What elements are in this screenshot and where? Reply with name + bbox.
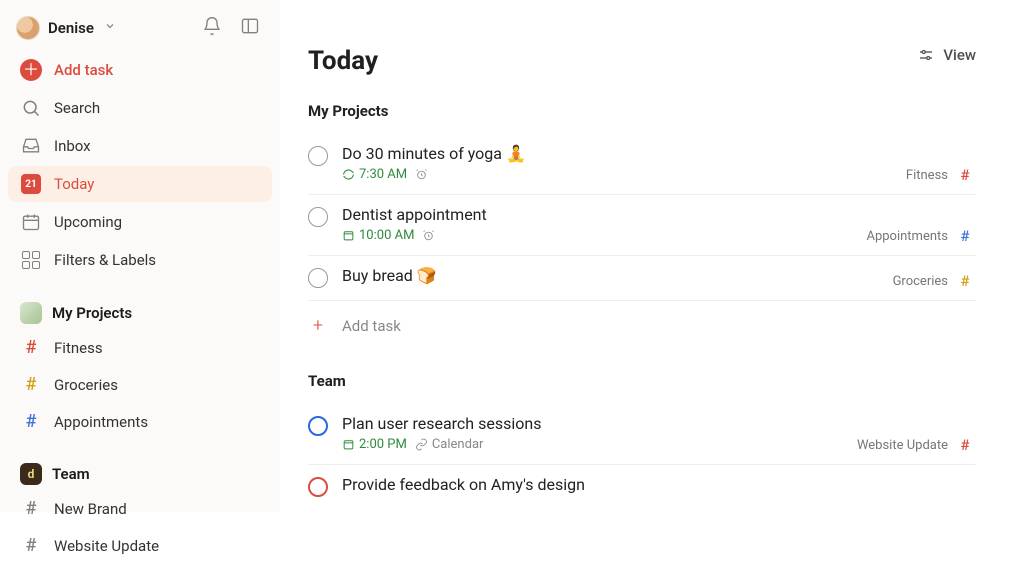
main-content: View Today My Projects Do 30 minutes of … — [280, 0, 1024, 512]
recurring-icon — [342, 168, 355, 181]
alarm-icon — [422, 229, 435, 242]
section-heading-team[interactable]: Team — [308, 372, 976, 390]
grid-icon — [20, 249, 42, 271]
nav-label: Today — [54, 175, 94, 193]
calendar-today-icon: 21 — [20, 173, 42, 195]
add-task-label: Add task — [54, 61, 113, 79]
hash-icon: # — [954, 272, 976, 290]
my-projects-header[interactable]: My Projects — [8, 294, 272, 328]
hash-icon: # — [20, 374, 42, 395]
task-title: Provide feedback on Amy's design — [342, 475, 976, 494]
bell-icon[interactable] — [202, 16, 222, 40]
view-button[interactable]: View — [917, 46, 976, 64]
calendar-small-icon — [342, 438, 355, 451]
hash-icon: # — [20, 337, 42, 358]
task-row[interactable]: Plan user research sessions 2:00 PM Cale… — [308, 404, 976, 465]
add-task-inline[interactable]: + Add task — [308, 301, 976, 358]
task-row[interactable]: Do 30 minutes of yoga 🧘 7:30 AM Fitness … — [308, 134, 976, 195]
nav-label: Inbox — [54, 137, 91, 155]
hash-icon: # — [954, 166, 976, 184]
team-project-new-brand[interactable]: # New Brand — [8, 491, 272, 526]
task-checkbox[interactable] — [308, 146, 328, 166]
add-task-label: Add task — [342, 317, 401, 335]
plus-icon: + — [308, 315, 328, 336]
link-icon — [415, 438, 428, 451]
project-fitness[interactable]: # Fitness — [8, 330, 272, 365]
task-title: Dentist appointment — [342, 205, 976, 224]
project-groceries[interactable]: # Groceries — [8, 367, 272, 402]
sliders-icon — [917, 46, 935, 64]
project-label: Fitness — [54, 339, 103, 357]
project-label: Appointments — [54, 413, 148, 431]
nav-filters[interactable]: Filters & Labels — [8, 242, 272, 278]
plus-circle-icon: ＋ — [20, 59, 42, 81]
nav-label: Filters & Labels — [54, 251, 156, 269]
magnifier-icon — [20, 97, 42, 119]
chevron-down-icon — [104, 20, 116, 36]
tray-icon — [20, 135, 42, 157]
task-checkbox[interactable] — [308, 268, 328, 288]
calendar-upcoming-icon — [20, 211, 42, 233]
hash-icon: # — [20, 411, 42, 432]
project-label: New Brand — [54, 500, 127, 518]
task-row[interactable]: Buy bread 🍞 Groceries # — [308, 256, 976, 301]
team-header[interactable]: d Team — [8, 455, 272, 489]
nav-label: Upcoming — [54, 213, 122, 231]
task-time: 7:30 AM — [342, 167, 407, 182]
sidebar-header: Denise — [8, 12, 272, 50]
section-title: My Projects — [52, 304, 132, 322]
task-checkbox[interactable] — [308, 477, 328, 497]
nav-search[interactable]: Search — [8, 90, 272, 126]
task-time: 2:00 PM — [342, 437, 407, 452]
hash-icon: # — [20, 498, 42, 519]
hash-icon: # — [954, 436, 976, 454]
project-label: Groceries — [54, 376, 118, 394]
task-title: Plan user research sessions — [342, 414, 976, 433]
user-name: Denise — [48, 19, 94, 37]
hash-icon: # — [954, 227, 976, 245]
avatar — [16, 16, 40, 40]
task-time: 10:00 AM — [342, 228, 414, 243]
project-appointments[interactable]: # Appointments — [8, 404, 272, 439]
task-title: Do 30 minutes of yoga 🧘 — [342, 144, 976, 163]
section-heading-my-projects[interactable]: My Projects — [308, 102, 976, 120]
page-title: Today — [308, 46, 976, 76]
task-project-link[interactable]: Fitness # — [906, 166, 976, 184]
task-row[interactable]: Dentist appointment 10:00 AM Appointment… — [308, 195, 976, 256]
calendar-source: Calendar — [415, 437, 484, 452]
team-avatar: d — [20, 463, 42, 485]
task-project-link[interactable]: Appointments # — [866, 227, 976, 245]
section-title: Team — [52, 465, 90, 483]
calendar-small-icon — [342, 229, 355, 242]
task-project-link[interactable]: Website Update # — [857, 436, 976, 454]
task-checkbox[interactable] — [308, 207, 328, 227]
view-label: View — [943, 46, 976, 64]
alarm-icon — [415, 168, 428, 181]
project-label: Website Update — [54, 537, 159, 555]
sidebar: Denise ＋ Add task Search Inbox — [0, 0, 280, 512]
account-switcher[interactable]: Denise — [16, 16, 116, 40]
panel-icon[interactable] — [240, 16, 260, 40]
task-project-link[interactable]: Groceries # — [893, 272, 976, 290]
nav-today[interactable]: 21 Today — [8, 166, 272, 202]
nav-label: Search — [54, 99, 100, 117]
task-checkbox[interactable] — [308, 416, 328, 436]
hash-icon: # — [20, 535, 42, 556]
nav-upcoming[interactable]: Upcoming — [8, 204, 272, 240]
task-title: Buy bread 🍞 — [342, 266, 976, 285]
task-row[interactable]: Provide feedback on Amy's design — [308, 465, 976, 497]
team-project-website-update[interactable]: # Website Update — [8, 528, 272, 563]
my-projects-avatar — [20, 302, 42, 324]
nav-inbox[interactable]: Inbox — [8, 128, 272, 164]
add-task-button[interactable]: ＋ Add task — [8, 52, 272, 88]
